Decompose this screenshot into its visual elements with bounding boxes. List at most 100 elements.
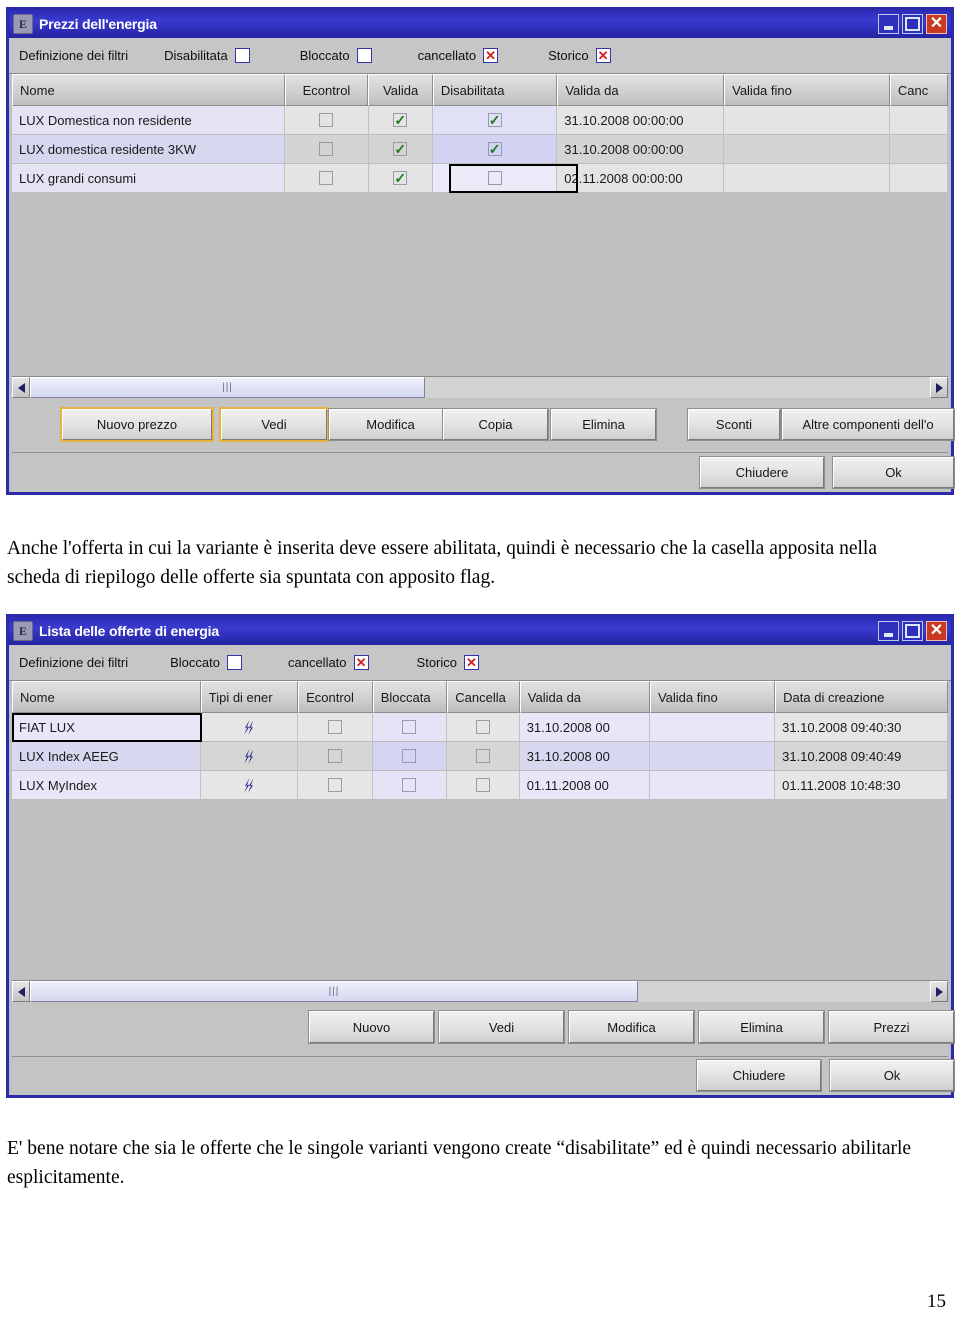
- cell-bloccata[interactable]: [372, 742, 448, 771]
- modifica-button[interactable]: Modifica: [568, 1010, 695, 1044]
- column-header-nome[interactable]: Nome: [12, 74, 285, 106]
- maximize-button[interactable]: [902, 621, 923, 641]
- table-row[interactable]: LUX grandi consumi 02.11.2008 00:00:00: [12, 164, 948, 193]
- cell-data-di-creazione[interactable]: 01.11.2008 10:48:30: [775, 771, 948, 800]
- cell-nome[interactable]: LUX grandi consumi: [12, 164, 285, 193]
- scroll-left-arrow[interactable]: [12, 981, 30, 1002]
- cell-econtrol[interactable]: [284, 106, 369, 135]
- filter-disabilitata[interactable]: Disabilitata: [164, 48, 250, 63]
- cell-valida-da[interactable]: 31.10.2008 00:00:00: [557, 135, 725, 164]
- scroll-right-arrow[interactable]: [930, 981, 948, 1002]
- ok-button[interactable]: Ok: [829, 1059, 955, 1092]
- checkbox-bloccata[interactable]: [402, 749, 417, 763]
- cell-nome[interactable]: LUX Domestica non residente: [12, 106, 285, 135]
- checkbox-valida[interactable]: [393, 142, 408, 156]
- column-header-valida-fino[interactable]: Valida fino: [724, 74, 890, 106]
- column-header-valida-da[interactable]: Valida da: [519, 681, 650, 713]
- cell-data-di-creazione[interactable]: 31.10.2008 09:40:49: [775, 742, 948, 771]
- table-row[interactable]: LUX Index AEEG 31.10.2008 00 31.10.2008 …: [12, 742, 948, 771]
- prezzi-button[interactable]: Prezzi: [828, 1010, 955, 1044]
- cell-valida-da[interactable]: 31.10.2008 00: [519, 713, 650, 742]
- window-lista-offerte-energia[interactable]: E Lista delle offerte di energia ✕ Defin…: [6, 614, 955, 1098]
- table-row[interactable]: LUX MyIndex 01.11.2008 00 01.11.2008 10:…: [12, 771, 948, 800]
- table-row[interactable]: LUX Domestica non residente 31.10.2008 0…: [12, 106, 948, 135]
- checkbox-bloccata[interactable]: [402, 778, 417, 792]
- window2-titlebar[interactable]: E Lista delle offerte di energia ✕: [9, 617, 951, 645]
- cell-valida-fino[interactable]: [724, 135, 890, 164]
- checkbox-cancella[interactable]: [475, 778, 490, 792]
- nuovo-prezzo-button[interactable]: Nuovo prezzo: [60, 407, 214, 442]
- column-header-disabilitata[interactable]: Disabilitata: [432, 74, 558, 106]
- checkbox-valida[interactable]: [393, 113, 408, 127]
- checkbox-econtrol[interactable]: [319, 113, 334, 127]
- scrollbar-track[interactable]: |||: [30, 981, 930, 1002]
- cell-econtrol[interactable]: [284, 135, 369, 164]
- column-header-tipi-di-ener[interactable]: Tipi di ener: [200, 681, 299, 713]
- window2-horizontal-scrollbar[interactable]: |||: [12, 980, 948, 1002]
- vedi-button[interactable]: Vedi: [219, 407, 329, 442]
- cell-valida-da[interactable]: 31.10.2008 00: [519, 742, 650, 771]
- column-header-valida-da[interactable]: Valida da: [557, 74, 725, 106]
- cell-nome[interactable]: LUX Index AEEG: [12, 742, 201, 771]
- checkbox-disabilitata[interactable]: [487, 113, 502, 127]
- close-button[interactable]: ✕: [926, 14, 947, 34]
- modifica-button[interactable]: Modifica: [328, 408, 453, 441]
- elimina-button[interactable]: Elimina: [698, 1010, 825, 1044]
- column-header-data-di-creazione[interactable]: Data di creazione: [775, 681, 948, 713]
- ok-button[interactable]: Ok: [832, 456, 955, 489]
- scroll-right-arrow[interactable]: [930, 377, 948, 398]
- nuovo-button[interactable]: Nuovo: [308, 1010, 435, 1044]
- checkbox-econtrol[interactable]: [327, 778, 342, 792]
- cell-nome[interactable]: LUX MyIndex: [12, 771, 201, 800]
- cell-valida-da[interactable]: 31.10.2008 00:00:00: [557, 106, 725, 135]
- cell-cancella[interactable]: [447, 742, 520, 771]
- filter-disabilitata-checkbox[interactable]: [234, 48, 250, 63]
- column-header-bloccata[interactable]: Bloccata: [372, 681, 448, 713]
- column-header-econtrol[interactable]: Econtrol: [284, 74, 369, 106]
- cell-valida[interactable]: [368, 106, 434, 135]
- cell-canc[interactable]: [889, 135, 948, 164]
- filter-cancellato[interactable]: cancellato: [418, 48, 499, 63]
- scrollbar-thumb[interactable]: |||: [30, 377, 425, 398]
- cell-valida[interactable]: [368, 164, 434, 193]
- checkbox-disabilitata[interactable]: [487, 142, 502, 156]
- cell-valida-fino[interactable]: [724, 106, 890, 135]
- cell-canc[interactable]: [889, 164, 948, 193]
- column-header-cancella[interactable]: Cancella: [447, 681, 520, 713]
- column-header-valida[interactable]: Valida: [368, 74, 433, 106]
- scroll-left-arrow[interactable]: [12, 377, 30, 398]
- filter-bloccato-checkbox[interactable]: [226, 655, 242, 670]
- column-header-econtrol[interactable]: Econtrol: [298, 681, 373, 713]
- checkbox-econtrol[interactable]: [319, 171, 334, 185]
- column-header-canc[interactable]: Canc: [889, 74, 948, 106]
- cell-econtrol[interactable]: [298, 771, 373, 800]
- window2-controls[interactable]: ✕: [878, 621, 949, 641]
- cell-valida-fino[interactable]: [649, 771, 776, 800]
- cell-valida-fino[interactable]: [649, 742, 776, 771]
- cell-nome[interactable]: LUX domestica residente 3KW: [12, 135, 285, 164]
- cell-cancella[interactable]: [447, 713, 520, 742]
- checkbox-econtrol[interactable]: [327, 720, 342, 734]
- copia-button[interactable]: Copia: [442, 408, 549, 441]
- cell-tipi-di-ener[interactable]: [200, 742, 299, 771]
- cell-econtrol[interactable]: [298, 713, 373, 742]
- cell-canc[interactable]: [889, 106, 948, 135]
- filter-bloccato-checkbox[interactable]: [356, 48, 372, 63]
- filter-cancellato-checkbox[interactable]: [353, 655, 369, 670]
- checkbox-cancella[interactable]: [475, 749, 490, 763]
- cell-econtrol[interactable]: [284, 164, 369, 193]
- chiudere-button[interactable]: Chiudere: [696, 1059, 822, 1092]
- checkbox-econtrol[interactable]: [327, 749, 342, 763]
- column-header-valida-fino[interactable]: Valida fino: [649, 681, 776, 713]
- window1-titlebar[interactable]: E Prezzi dell'energia ✕: [9, 10, 951, 38]
- cell-disabilitata[interactable]: [433, 135, 558, 164]
- sconti-button[interactable]: Sconti: [687, 408, 781, 441]
- chiudere-button[interactable]: Chiudere: [699, 456, 825, 489]
- minimize-button[interactable]: [878, 14, 899, 34]
- checkbox-cancella[interactable]: [475, 720, 490, 734]
- cell-valida-da[interactable]: 01.11.2008 00: [519, 771, 650, 800]
- cell-valida[interactable]: [368, 135, 434, 164]
- filter-storico[interactable]: Storico: [417, 655, 479, 670]
- cell-disabilitata[interactable]: [433, 164, 558, 193]
- cell-bloccata[interactable]: [372, 713, 448, 742]
